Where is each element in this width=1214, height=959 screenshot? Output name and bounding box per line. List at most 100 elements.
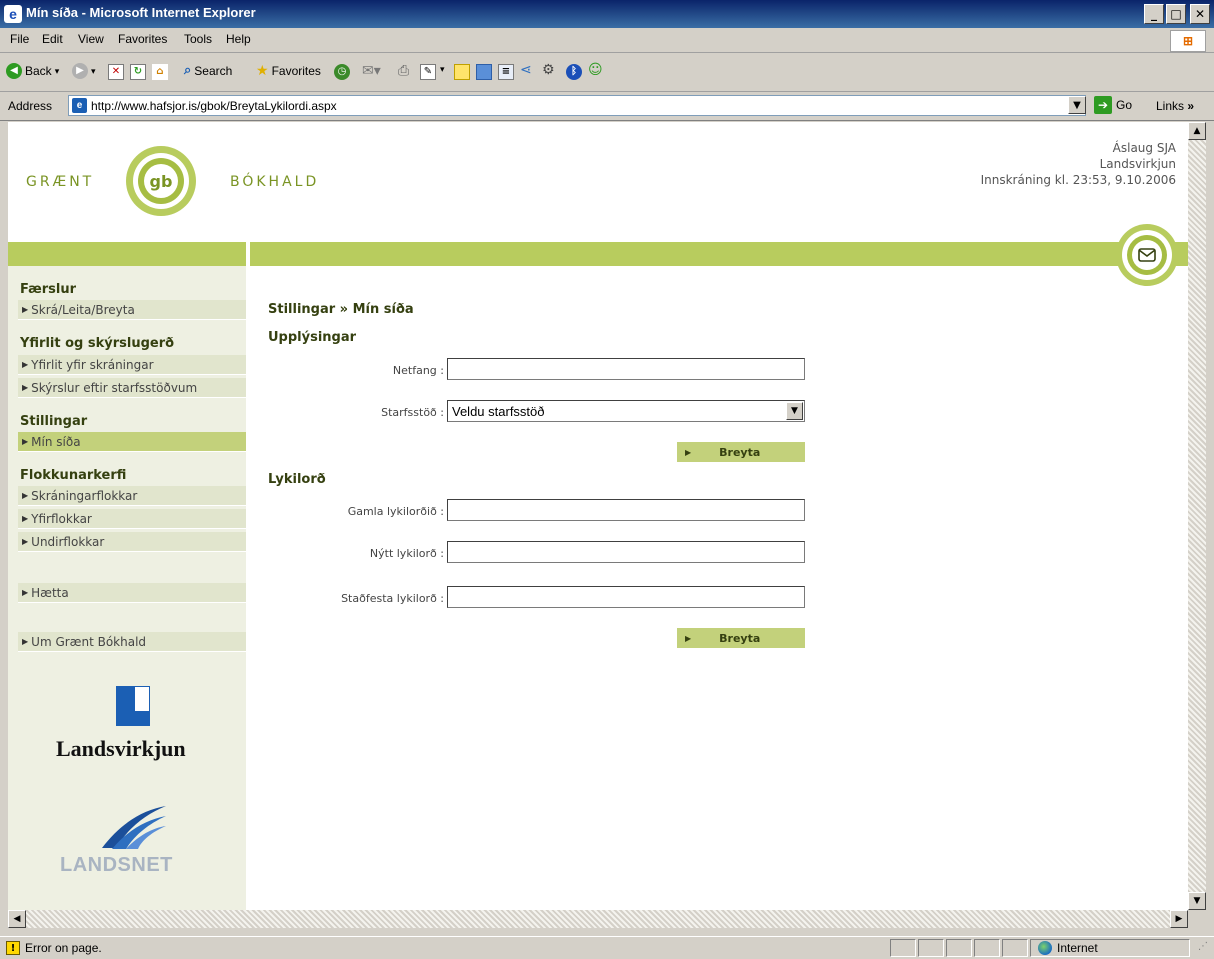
back-label: Back [25, 64, 52, 78]
print-icon[interactable]: ⎙ [398, 63, 409, 79]
menu-help[interactable]: Help [226, 32, 251, 46]
status-cell [918, 939, 944, 957]
edit-dropdown-icon[interactable]: ▾ [440, 65, 445, 75]
user-info: Áslaug SJA Landsvirkjun Innskráning kl. … [981, 140, 1176, 188]
note-icon[interactable] [454, 64, 470, 80]
landsnet-logo-text: LANDSNET [60, 854, 173, 876]
menu-view[interactable]: View [78, 32, 104, 46]
mail-mid-ring [1122, 230, 1172, 280]
go-button[interactable]: ➔ Go [1094, 96, 1132, 114]
edit-icon[interactable]: ✎ [420, 64, 436, 80]
menu-bar: File Edit View Favorites Tools Help ⊞ [0, 28, 1214, 53]
back-button[interactable]: ◀ Back ▾ [6, 63, 59, 79]
gb-logo[interactable]: gb [126, 146, 196, 216]
forward-dropdown-icon: ▾ [91, 65, 96, 76]
messenger-icon[interactable]: ☺ [588, 62, 603, 78]
status-message[interactable]: ! Error on page. [6, 941, 102, 955]
confirm-password-field[interactable] [447, 586, 805, 608]
security-zone[interactable]: Internet [1038, 941, 1098, 955]
go-label: Go [1116, 98, 1133, 112]
forward-button[interactable]: ▶ ▾ [72, 63, 96, 79]
window-icon[interactable] [476, 64, 492, 80]
scroll-left-icon[interactable]: ◀ [8, 910, 26, 928]
sidebar-item-skyrslur[interactable]: ▶ Skýrslur eftir starfsstöðvum [18, 378, 246, 398]
status-text: Error on page. [25, 941, 102, 955]
refresh-icon[interactable]: ↻ [130, 64, 146, 80]
vertical-scroll-track[interactable] [1188, 140, 1206, 892]
landsvirkjun-logo-text: Landsvirkjun [56, 736, 186, 761]
links-button[interactable]: Links » [1156, 99, 1194, 113]
stop-icon[interactable]: ✕ [108, 64, 124, 80]
sidebar-item-label: Skráningarflokkar [31, 488, 138, 503]
vertical-scrollbar[interactable]: ▲ ▼ [1188, 122, 1206, 910]
scroll-up-icon[interactable]: ▲ [1188, 122, 1206, 140]
scroll-down-icon[interactable]: ▼ [1188, 892, 1206, 910]
bluetooth-icon[interactable]: ᛒ [566, 64, 582, 80]
mail-button[interactable] [1116, 224, 1178, 286]
old-password-field[interactable] [447, 499, 805, 521]
sidebar-item-label: Hætta [31, 585, 69, 600]
workplace-select[interactable]: Veldu starfsstöð ▼ [447, 400, 805, 422]
window-title: Mín síða - Microsoft Internet Explorer [26, 5, 256, 20]
status-cell [1002, 939, 1028, 957]
horizontal-scrollbar[interactable]: ◀ ▶ [8, 910, 1188, 928]
menu-edit[interactable]: Edit [42, 32, 63, 46]
old-password-label: Gamla lykilorðið : [347, 505, 444, 518]
triangle-right-icon: ▶ [22, 360, 29, 369]
search-button[interactable]: ⌕ Search [184, 63, 232, 78]
workplace-label: Starfsstöð : [381, 406, 444, 419]
triangle-right-icon: ▶ [22, 637, 29, 646]
minimize-button[interactable]: _ [1144, 4, 1164, 24]
menu-file[interactable]: File [10, 32, 29, 46]
sidebar-item-skraningarflokkar[interactable]: ▶ Skráningarflokkar [18, 486, 246, 506]
sidebar-item-undirflokkar[interactable]: ▶ Undirflokkar [18, 532, 246, 552]
update-password-button[interactable]: ▶ Breyta [677, 628, 805, 648]
sidebar-item-haetta[interactable]: ▶ Hætta [18, 583, 246, 603]
update-info-label: Breyta [719, 445, 761, 459]
email-field[interactable] [447, 358, 805, 380]
favorites-button[interactable]: ★ Favorites [256, 63, 321, 79]
email-label: Netfang : [392, 364, 444, 377]
horizontal-scroll-track[interactable] [26, 910, 1170, 928]
breadcrumb: Stillingar » Mín síða [268, 302, 414, 317]
ie-icon: e [4, 5, 22, 23]
sidebar-item-label: Yfirflokkar [31, 511, 92, 526]
triangle-right-icon: ▶ [22, 514, 29, 523]
scroll-corner [1188, 910, 1206, 928]
home-icon[interactable]: ⌂ [152, 64, 168, 80]
menu-favorites[interactable]: Favorites [118, 32, 167, 46]
sidebar-item-label: Undirflokkar [31, 534, 105, 549]
confirm-password-label: Staðfesta lykilorð : [341, 592, 444, 605]
mail-icon[interactable]: ✉▾ [362, 63, 381, 79]
maximize-button[interactable]: □ [1166, 4, 1186, 24]
user-organization: Landsvirkjun [1099, 157, 1176, 171]
section-title-upplysingar: Upplýsingar [268, 330, 357, 345]
sidebar-item-um-graent-bokhald[interactable]: ▶ Um Grænt Bókhald [18, 632, 246, 652]
update-info-button[interactable]: ▶ Breyta [677, 442, 805, 462]
chevron-down-icon[interactable]: ▼ [786, 402, 803, 420]
sidebar-item-min-sida[interactable]: ▶ Mín síða [18, 432, 246, 452]
address-input[interactable]: e http://www.hafsjor.is/gbok/BreytaLykil… [68, 95, 1086, 116]
triangle-right-icon: ▶ [22, 437, 29, 446]
menu-tools[interactable]: Tools [184, 32, 212, 46]
sidebar-item-yfirflokkar[interactable]: ▶ Yfirflokkar [18, 509, 246, 529]
scroll-right-icon[interactable]: ▶ [1170, 910, 1188, 928]
address-dropdown-button[interactable]: ▼ [1068, 96, 1086, 114]
gb-logo-outer-ring: gb [126, 146, 196, 216]
sidebar-item-skra-leita-breyta[interactable]: ▶ Skrá/Leita/Breyta [18, 300, 246, 320]
close-button[interactable]: ✕ [1190, 4, 1210, 24]
zone-label: Internet [1057, 941, 1098, 955]
sidebar-item-label: Mín síða [31, 434, 81, 449]
list-icon[interactable]: ≡ [498, 64, 514, 80]
update-password-label: Breyta [719, 631, 761, 645]
resize-grip-icon[interactable]: ⋰ [1198, 941, 1208, 952]
history-icon[interactable]: ◷ [334, 64, 350, 80]
search-icon: ⌕ [184, 63, 192, 78]
star-icon: ★ [256, 63, 269, 79]
share-icon[interactable]: ⋖ [520, 62, 532, 78]
new-password-field[interactable] [447, 541, 805, 563]
tools-icon[interactable]: ⚙ [542, 62, 555, 78]
address-url[interactable]: http://www.hafsjor.is/gbok/BreytaLykilor… [91, 99, 337, 113]
sidebar-item-yfirlit-skraninga[interactable]: ▶ Yfirlit yfir skráningar [18, 355, 246, 375]
address-bar: Address e http://www.hafsjor.is/gbok/Bre… [0, 92, 1214, 121]
